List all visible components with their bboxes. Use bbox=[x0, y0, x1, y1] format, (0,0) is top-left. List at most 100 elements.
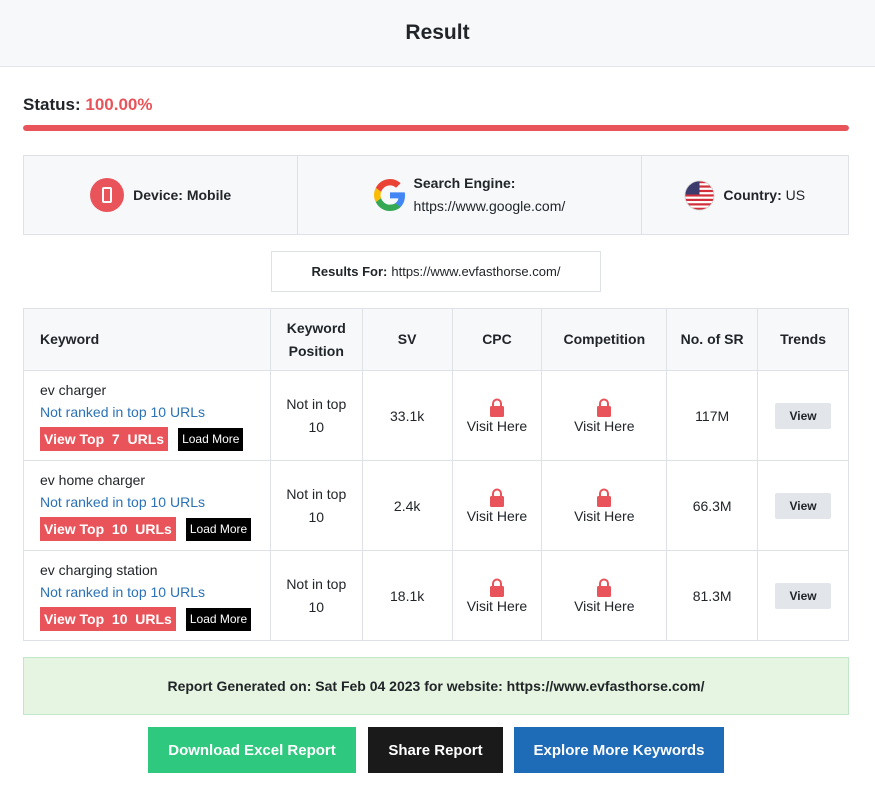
sv-cell: 33.1k bbox=[361, 370, 453, 461]
trends-view-button[interactable]: View bbox=[775, 582, 832, 609]
competition-visit-link[interactable]: Visit Here bbox=[542, 398, 666, 434]
cpc-cell: Visit Here bbox=[451, 550, 543, 641]
lock-icon bbox=[597, 488, 612, 507]
page-title: Result bbox=[405, 21, 470, 44]
header-cpc: CPC bbox=[451, 308, 543, 371]
lock-icon bbox=[489, 398, 504, 417]
load-more-button[interactable]: Load More bbox=[185, 607, 252, 631]
position-cell: Not in top 10 bbox=[269, 370, 363, 461]
keyword-name: ev charger bbox=[40, 382, 107, 398]
share-report-button[interactable]: Share Report bbox=[368, 727, 503, 773]
lock-icon bbox=[597, 578, 612, 597]
position-cell: Not in top 10 bbox=[269, 460, 363, 551]
header-keyword: Keyword bbox=[23, 308, 271, 371]
keyword-cell: ev home charger Not ranked in top 10 URL… bbox=[23, 460, 271, 551]
competition-visit-label: Visit Here bbox=[574, 417, 635, 434]
device-label: Device: bbox=[133, 187, 183, 203]
view-top-urls-button[interactable]: View Top 7 URLs bbox=[40, 427, 169, 451]
view-top-urls-button[interactable]: View Top 10 URLs bbox=[40, 517, 176, 541]
table-row: ev charger Not ranked in top 10 URLs Vie… bbox=[23, 370, 849, 461]
rank-status-link[interactable]: Not ranked in top 10 URLs bbox=[40, 580, 270, 604]
explore-keywords-button[interactable]: Explore More Keywords bbox=[514, 727, 724, 773]
device-value: Mobile bbox=[186, 187, 232, 203]
keyword-cell: ev charger Not ranked in top 10 URLs Vie… bbox=[23, 370, 271, 461]
load-more-button[interactable]: Load More bbox=[185, 517, 252, 541]
position-line2: 10 bbox=[308, 508, 325, 525]
position-line1: Not in top bbox=[286, 395, 347, 412]
competition-cell: Visit Here bbox=[541, 550, 668, 641]
status-value: 100.00% bbox=[85, 95, 153, 114]
cpc-visit-label: Visit Here bbox=[466, 507, 528, 524]
country-label: Country: bbox=[723, 187, 782, 203]
trends-cell: View bbox=[757, 550, 849, 641]
no-of-sr-cell: 66.3M bbox=[666, 460, 759, 551]
cpc-visit-link[interactable]: Visit Here bbox=[453, 578, 542, 614]
position-line1: Not in top bbox=[286, 575, 347, 592]
cpc-cell: Visit Here bbox=[451, 370, 543, 461]
us-flag-icon bbox=[684, 180, 715, 210]
device-info: Device: Mobile bbox=[24, 156, 299, 234]
header-trends: Trends bbox=[757, 308, 849, 371]
engine-value: https://www.google.com/ bbox=[413, 198, 566, 214]
page-header: Result bbox=[0, 0, 875, 67]
keyword-actions: View Top 7 URLs Load More bbox=[40, 427, 270, 451]
competition-visit-label: Visit Here bbox=[574, 507, 635, 524]
cpc-cell: Visit Here bbox=[451, 460, 543, 551]
engine-label: Search Engine: bbox=[413, 175, 516, 191]
trends-view-button[interactable]: View bbox=[775, 402, 832, 429]
trends-view-button[interactable]: View bbox=[775, 492, 832, 519]
cpc-visit-link[interactable]: Visit Here bbox=[453, 488, 542, 524]
lock-icon bbox=[489, 488, 504, 507]
cpc-visit-label: Visit Here bbox=[466, 417, 528, 434]
keyword-name: ev charging station bbox=[40, 562, 158, 578]
load-more-button[interactable]: Load More bbox=[178, 427, 244, 451]
no-of-sr-cell: 81.3M bbox=[666, 550, 759, 641]
engine-text: Search Engine: https://www.google.com/ bbox=[414, 172, 566, 218]
header-position-line2: Position bbox=[288, 342, 344, 359]
mobile-phone-icon bbox=[90, 178, 125, 212]
no-of-sr-cell: 117M bbox=[666, 370, 759, 461]
competition-visit-label: Visit Here bbox=[574, 597, 635, 614]
cpc-visit-label: Visit Here bbox=[466, 597, 528, 614]
sv-cell: 2.4k bbox=[361, 460, 453, 551]
header-keyword-position: Keyword Position bbox=[269, 308, 363, 371]
google-logo-icon bbox=[373, 179, 405, 211]
header-sv: SV bbox=[361, 308, 453, 371]
competition-cell: Visit Here bbox=[541, 460, 668, 551]
competition-cell: Visit Here bbox=[541, 370, 668, 461]
header-position-line1: Keyword bbox=[286, 319, 346, 336]
competition-visit-link[interactable]: Visit Here bbox=[542, 488, 666, 524]
status-row: Status: 100.00% bbox=[23, 95, 152, 115]
keyword-cell: ev charging station Not ranked in top 10… bbox=[23, 550, 271, 641]
lock-icon bbox=[489, 578, 504, 597]
keyword-actions: View Top 10 URLs Load More bbox=[40, 607, 270, 631]
header-competition: Competition bbox=[541, 308, 668, 371]
view-top-urls-button[interactable]: View Top 10 URLs bbox=[40, 607, 176, 631]
search-info-box: Device: Mobile Search Engine: https://ww… bbox=[23, 155, 849, 235]
country-value: US bbox=[785, 187, 806, 203]
lock-icon bbox=[597, 398, 612, 417]
position-line2: 10 bbox=[308, 598, 325, 615]
results-for-box: Results For: https://www.evfasthorse.com… bbox=[271, 251, 601, 292]
rank-status-link[interactable]: Not ranked in top 10 URLs bbox=[40, 490, 270, 514]
status-label: Status: bbox=[23, 95, 81, 114]
sv-cell: 18.1k bbox=[361, 550, 453, 641]
country-info: Country: US bbox=[642, 156, 849, 234]
header-no-of-sr: No. of SR bbox=[666, 308, 759, 371]
position-cell: Not in top 10 bbox=[269, 550, 363, 641]
report-generated-banner: Report Generated on: Sat Feb 04 2023 for… bbox=[23, 657, 849, 715]
results-for-url: https://www.evfasthorse.com/ bbox=[391, 264, 561, 279]
position-line1: Not in top bbox=[286, 485, 347, 502]
table-header-row: Keyword Keyword Position SV CPC Competit… bbox=[23, 308, 849, 371]
competition-visit-link[interactable]: Visit Here bbox=[542, 578, 666, 614]
trends-cell: View bbox=[757, 460, 849, 551]
position-line2: 10 bbox=[308, 418, 325, 435]
keyword-name: ev home charger bbox=[40, 472, 146, 488]
table-row: ev charging station Not ranked in top 10… bbox=[23, 550, 849, 641]
download-excel-button[interactable]: Download Excel Report bbox=[148, 727, 356, 773]
results-for-label: Results For: bbox=[311, 264, 388, 279]
engine-info: Search Engine: https://www.google.com/ bbox=[298, 156, 642, 234]
cpc-visit-link[interactable]: Visit Here bbox=[453, 398, 542, 434]
rank-status-link[interactable]: Not ranked in top 10 URLs bbox=[40, 400, 270, 424]
keyword-table: Keyword Keyword Position SV CPC Competit… bbox=[23, 308, 849, 641]
